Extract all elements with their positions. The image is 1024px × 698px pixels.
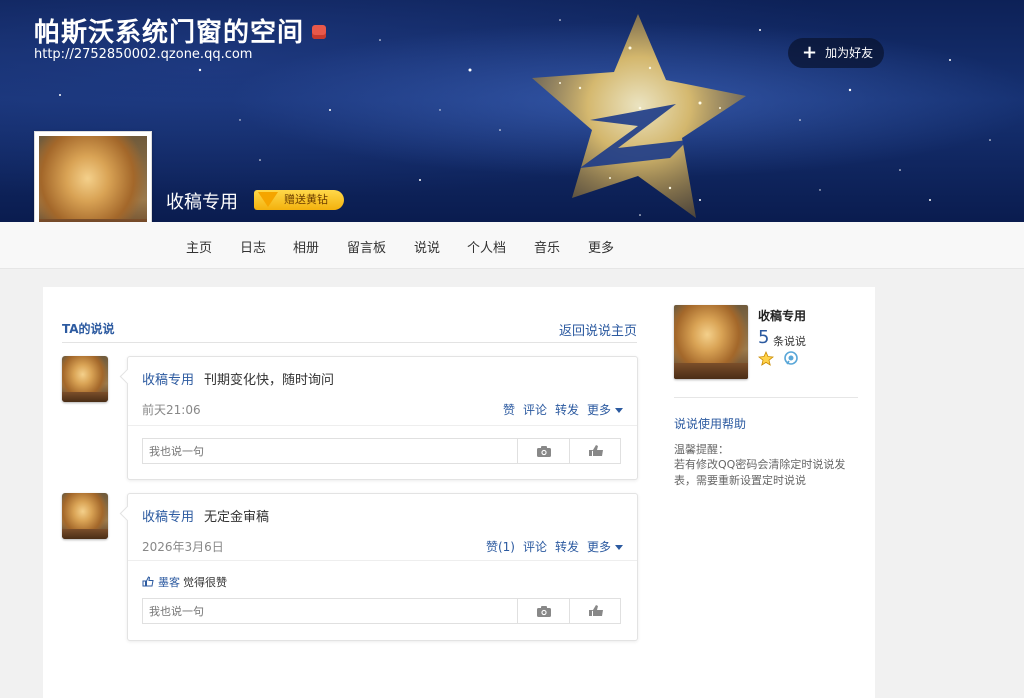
qzone-icon[interactable] <box>783 351 799 366</box>
like-button[interactable]: 赞(1) <box>486 540 515 554</box>
feed-text: 无定金审稿 <box>204 510 270 525</box>
tip-text: 若有修改QQ密码会清除定时说说发表，需要重新设置定时说说 <box>674 458 846 487</box>
back-to-shuoshuo-link[interactable]: 返回说说主页 <box>559 320 637 339</box>
lion-avatar-image <box>62 356 108 402</box>
chevron-down-icon <box>615 408 623 413</box>
sidebar-divider <box>674 397 858 398</box>
lion-avatar-image <box>674 305 748 379</box>
comment-input[interactable] <box>143 599 517 623</box>
space-title: 帕斯沃系统门窗的空间 <box>34 12 327 49</box>
gift-vip-button[interactable]: 赠送黄钻 <box>254 190 344 210</box>
feed-author-link[interactable]: 收稿专用 <box>142 510 194 525</box>
tip-title: 温馨提醒： <box>674 443 729 456</box>
comment-box <box>142 598 621 624</box>
star-icon[interactable] <box>757 351 775 366</box>
gift-icon[interactable] <box>312 24 327 39</box>
feed-card: 收稿专用 刊期变化快，随时询问 前天21:06 赞评论 转发 更多 <box>127 356 638 480</box>
feed-actions: 赞评论 转发 更多 <box>495 401 623 418</box>
like-summary-text: 觉得很赞 <box>183 576 227 589</box>
feed-divider <box>128 560 637 561</box>
add-friend-button[interactable]: + 加为好友 <box>788 38 884 68</box>
main-panel: TA的说说 返回说说主页 收稿专用 刊期变化快，随时询问 前天21:06 赞评论转… <box>43 287 875 698</box>
forward-button[interactable]: 转发 <box>555 403 579 417</box>
nav-item-messageboard[interactable]: 留言板 <box>347 237 386 256</box>
main-nav: 主页 日志 相册 留言板 说说 个人档 音乐 更多 <box>0 222 1024 269</box>
nav-item-profile[interactable]: 个人档 <box>467 237 506 256</box>
nav-item-music[interactable]: 音乐 <box>534 237 560 256</box>
like-button[interactable]: 赞 <box>503 403 515 417</box>
more-button[interactable]: 更多 <box>587 540 623 554</box>
thumb-up-icon <box>142 576 154 587</box>
feed-avatar[interactable] <box>62 493 108 539</box>
feed-avatar[interactable] <box>62 356 108 402</box>
owner-name: 收稿专用 <box>166 192 238 213</box>
feed-time: 2026年3月6日 <box>142 540 224 554</box>
shuoshuo-count-label: 条说说 <box>773 335 806 348</box>
sidebar-avatar[interactable] <box>674 305 748 379</box>
comment-button[interactable]: 评论 <box>523 540 547 554</box>
forward-button[interactable]: 转发 <box>555 540 579 554</box>
comment-button[interactable]: 评论 <box>523 403 547 417</box>
photo-button[interactable] <box>517 439 570 463</box>
nav-item-blog[interactable]: 日志 <box>240 237 266 256</box>
shuoshuo-count[interactable]: 5 <box>758 327 769 348</box>
help-link[interactable]: 说说使用帮助 <box>674 415 746 432</box>
liker-name-link[interactable]: 墨客 <box>158 576 180 589</box>
nav-item-home[interactable]: 主页 <box>186 237 212 256</box>
qzone-star-logo <box>532 14 746 218</box>
nav-item-more[interactable]: 更多 <box>588 237 614 256</box>
thumb-icon <box>589 605 603 616</box>
like-summary: 墨客 觉得很赞 <box>142 574 227 590</box>
nav-item-album[interactable]: 相册 <box>293 237 319 256</box>
lion-avatar-image <box>62 493 108 539</box>
feed-card: 收稿专用 无定金审稿 2026年3月6日 赞(1) 评论 转发 更多 墨客 觉得很赞 <box>127 493 638 641</box>
banner: 帕斯沃系统门窗的空间 http://2752850002.qzone.qq.co… <box>0 0 1024 222</box>
feed-divider <box>128 425 637 426</box>
camera-icon <box>537 605 551 617</box>
sidebar-badges <box>757 351 799 370</box>
space-url[interactable]: http://2752850002.qzone.qq.com <box>34 47 252 62</box>
feed-header: 收稿专用 无定金审稿 <box>142 506 269 525</box>
sidebar-name[interactable]: 收稿专用 <box>758 307 806 324</box>
comment-input[interactable] <box>143 439 517 463</box>
feed-actions: 赞(1) 评论 转发 更多 <box>478 538 623 555</box>
thumb-icon <box>589 445 603 456</box>
more-button[interactable]: 更多 <box>587 403 623 417</box>
emoji-button[interactable] <box>569 599 622 623</box>
diamond-icon <box>258 192 278 207</box>
feed-time: 前天21:06 <box>142 403 201 417</box>
feed-author-link[interactable]: 收稿专用 <box>142 373 194 388</box>
chevron-down-icon <box>615 545 623 550</box>
nav-item-shuoshuo[interactable]: 说说 <box>414 237 440 256</box>
feed-header: 收稿专用 刊期变化快，随时询问 <box>142 369 334 388</box>
emoji-button[interactable] <box>569 439 622 463</box>
section-title: TA的说说 <box>62 322 115 336</box>
comment-box <box>142 438 621 464</box>
plus-icon: + <box>802 41 818 63</box>
camera-icon <box>537 445 551 457</box>
feed-text: 刊期变化快，随时询问 <box>204 373 335 388</box>
section-divider <box>62 342 637 343</box>
photo-button[interactable] <box>517 599 570 623</box>
